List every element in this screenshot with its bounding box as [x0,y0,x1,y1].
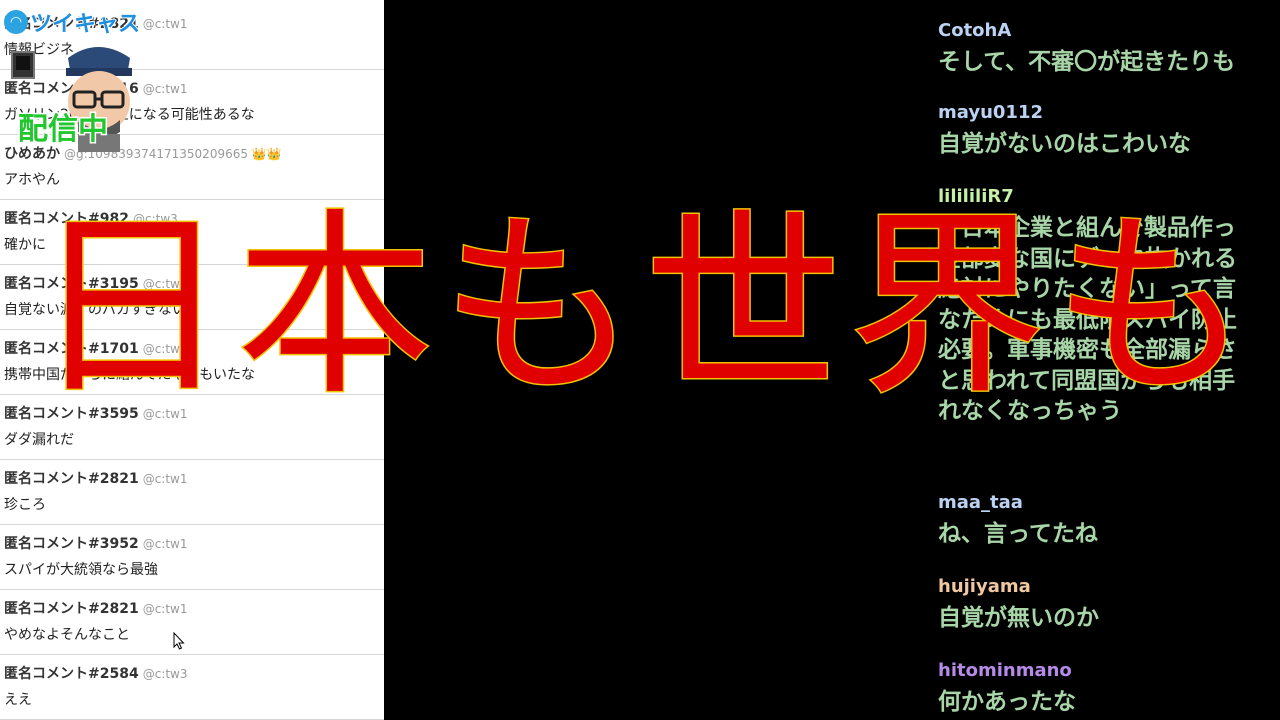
comment-text: ダダ漏れだ [4,432,74,448]
stream-comment-author: CotohA [938,20,1012,41]
live-status-badge: 配信中 [17,111,110,149]
logo-text: ツイキャス [29,11,141,38]
comment-text: やめなよそんなこと [4,627,130,643]
comment-item[interactable]: 匿名コメント#2584 @c:tw3 ええ [0,655,384,720]
comment-text: アホやん [4,172,60,188]
comment-text: スパイが大統領なら最強 [4,562,158,578]
comment-header: 匿名コメント#2584 @c:tw3 [4,663,188,683]
stream-comment-author: hujiyama [938,576,1031,597]
comment-author[interactable]: 匿名コメント#2584 [4,666,139,682]
comment-item[interactable]: 匿名コメント#2821 @c:tw1 珍ころ [0,460,384,525]
comment-source[interactable]: @c:tw3 [143,667,188,681]
comment-source[interactable]: @c:tw1 [143,17,188,31]
comment-author[interactable]: 匿名コメント#2821 [4,601,139,617]
comment-author[interactable]: 匿名コメント#3952 [4,536,139,552]
comment-text: ええ [4,692,32,708]
mouse-cursor-icon [173,632,185,650]
comment-source[interactable]: @c:tw1 [143,602,188,616]
comment-header: 匿名コメント#2821 @c:tw1 [4,468,188,488]
comment-text: 珍ころ [4,497,46,513]
stream-comment-author: hitominmano [938,660,1072,681]
overlay-caption: 日本も世界も [31,191,1256,422]
stream-comment-text: 自覚が無いのか [938,605,1099,631]
comment-header: 匿名コメント#3952 @c:tw1 [4,533,188,553]
comment-item[interactable]: 匿名コメント#2821 @c:tw1 やめなよそんなこと [0,590,384,655]
stream-comment-author: maa_taa [938,492,1023,513]
stream-comment-text: そして、不審〇が起きたりも [938,49,1236,75]
comment-item[interactable]: 匿名コメント#3952 @c:tw1 スパイが大統領なら最強 [0,525,384,590]
logo-mark-icon: ◠ [4,10,28,34]
comment-source[interactable]: @c:tw1 [143,82,188,96]
comment-source[interactable]: @c:tw1 [143,537,188,551]
comment-source[interactable]: @c:tw1 [143,472,188,486]
stream-comment-text: ね、言ってたね [938,521,1098,547]
stream-comment-author: mayu0112 [938,102,1043,123]
stream-comment-text: 自覚がないのはこわいな [938,131,1191,157]
comment-author[interactable]: 匿名コメント#2821 [4,471,139,487]
comment-header: 匿名コメント#2821 @c:tw1 [4,598,188,618]
stream-comment-text: 何かあったな [938,689,1076,715]
twitcasting-logo: ◠ ツイキャス [4,8,141,38]
